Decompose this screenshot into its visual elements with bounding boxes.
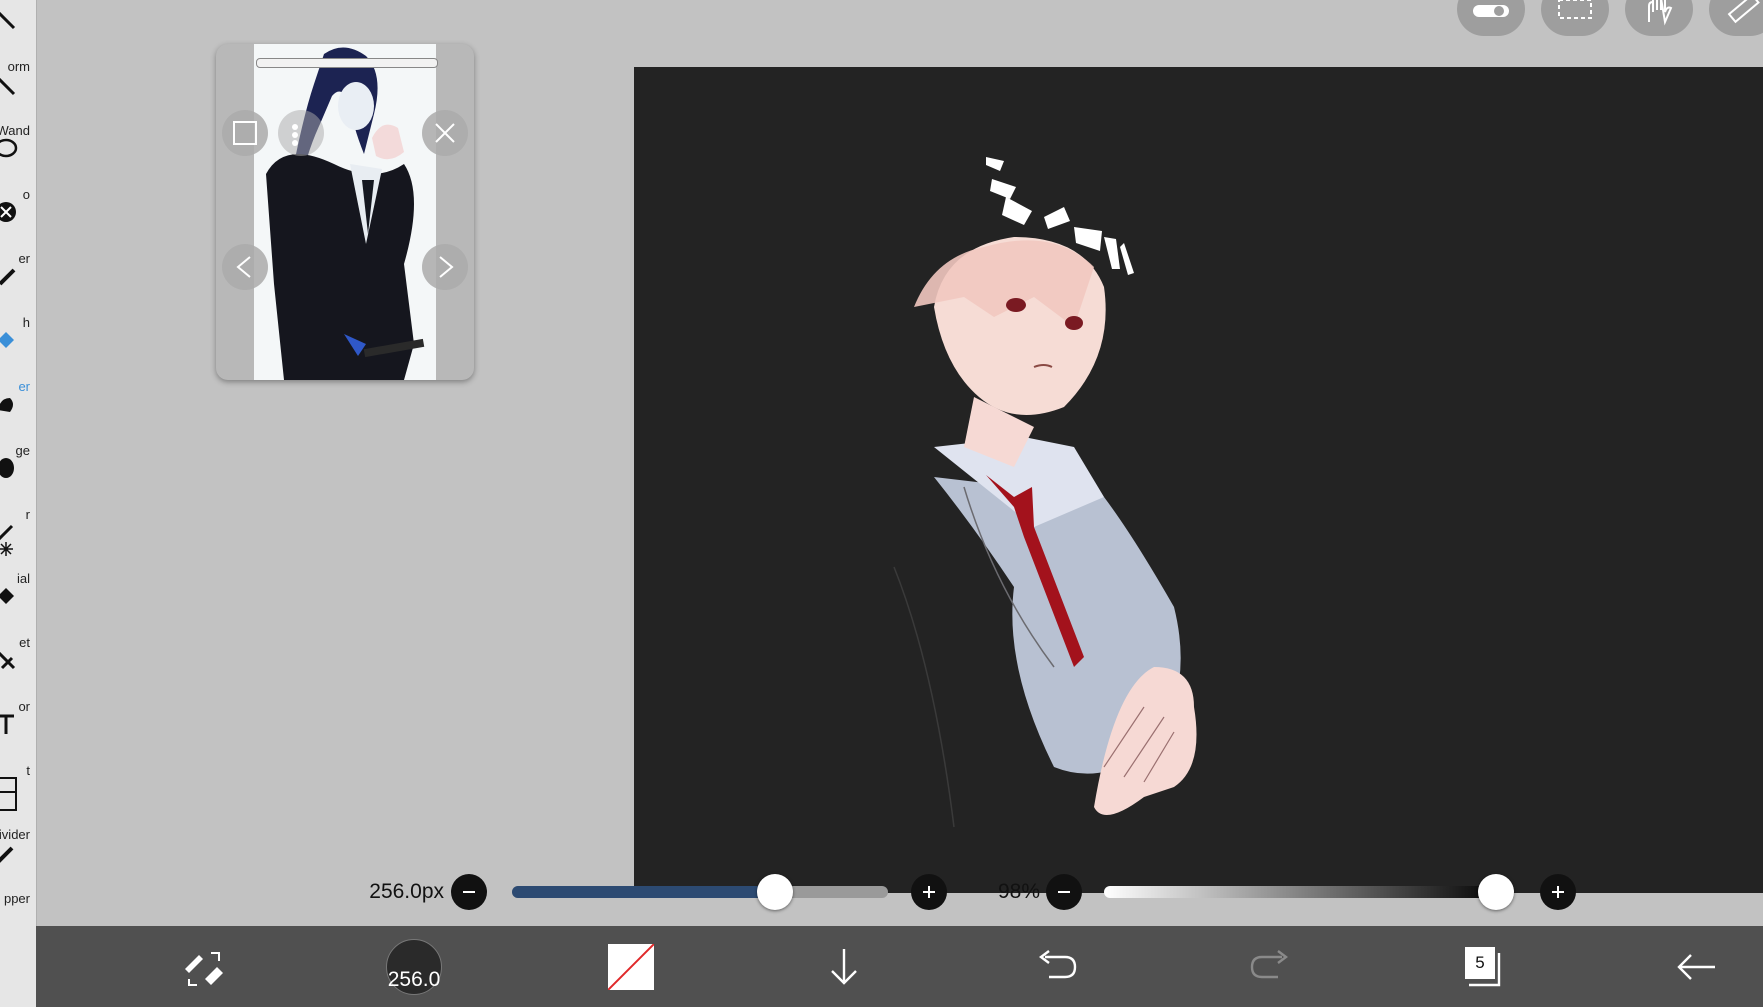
eyedropper-icon bbox=[0, 651, 16, 670]
download-icon bbox=[831, 948, 857, 985]
plus-icon bbox=[1552, 886, 1564, 898]
reference-menu-button[interactable] bbox=[278, 110, 324, 156]
undo-button[interactable] bbox=[1017, 926, 1097, 1007]
size-increase-button[interactable] bbox=[911, 874, 947, 910]
ruler-button[interactable] bbox=[1709, 0, 1763, 36]
ruler-icon bbox=[1727, 0, 1760, 24]
redo-button[interactable] bbox=[1230, 926, 1310, 1007]
tool-special-pen[interactable]: ial bbox=[0, 518, 36, 590]
close-icon bbox=[435, 123, 455, 143]
bottom-toolbar: 256.0 5 bbox=[36, 926, 1763, 1007]
frame-divider-icon bbox=[0, 777, 17, 811]
tool-frame-divider[interactable]: ivider bbox=[0, 774, 36, 846]
eyedropper2-icon bbox=[0, 846, 14, 863]
tool-eraser[interactable]: er bbox=[0, 326, 36, 398]
download-button[interactable] bbox=[804, 926, 884, 1007]
prev-icon bbox=[236, 256, 251, 278]
tool-bucket[interactable]: et bbox=[0, 582, 36, 654]
brush-size-circle-value: 256.0 bbox=[387, 967, 441, 991]
toggle-button[interactable] bbox=[1457, 0, 1525, 36]
smudge-icon bbox=[0, 398, 13, 412]
prev-reference-button[interactable] bbox=[222, 244, 268, 290]
dots-icon bbox=[292, 124, 298, 146]
back-icon bbox=[1677, 953, 1715, 980]
tool-blur[interactable]: r bbox=[0, 454, 36, 526]
artwork bbox=[634, 67, 1763, 893]
size-decrease-button[interactable] bbox=[451, 874, 487, 910]
color-button[interactable] bbox=[591, 926, 671, 1007]
next-icon bbox=[439, 256, 454, 278]
tool-eyedropper[interactable]: or bbox=[0, 646, 36, 718]
brush-size-thumb[interactable] bbox=[757, 874, 794, 910]
brush-size-icon: 256.0 bbox=[386, 938, 442, 995]
tool-brush[interactable]: h bbox=[0, 262, 36, 334]
reference-image bbox=[254, 44, 436, 380]
brush-size-value: 256.0px bbox=[369, 880, 444, 903]
tool-magic-wand[interactable]: Wand bbox=[0, 70, 36, 142]
tool-lasso[interactable]: o bbox=[0, 134, 36, 206]
opacity-increase-button[interactable] bbox=[1540, 874, 1576, 910]
drawing-canvas[interactable] bbox=[634, 67, 1763, 893]
brush-icon bbox=[0, 268, 16, 286]
tool-eyedropper2[interactable]: pper bbox=[0, 838, 36, 910]
pen-eraser-swap-icon bbox=[185, 951, 223, 986]
back-button[interactable] bbox=[1656, 926, 1736, 1007]
minus-icon bbox=[463, 891, 475, 893]
selection-button[interactable] bbox=[1541, 0, 1609, 36]
bucket-icon bbox=[0, 588, 14, 604]
next-reference-button[interactable] bbox=[422, 244, 468, 290]
selection-icon bbox=[1558, 0, 1592, 19]
tool-palette: ormWandoerhergerialetortividerpper bbox=[0, 0, 37, 1007]
lasso-icon bbox=[0, 138, 18, 158]
magic-wand-icon bbox=[0, 77, 16, 96]
undo-icon bbox=[1039, 949, 1077, 978]
tool-filter[interactable]: er bbox=[0, 198, 36, 270]
brush-size-slider[interactable] bbox=[512, 886, 888, 898]
plus-icon bbox=[923, 886, 935, 898]
tool-smudge[interactable]: ge bbox=[0, 390, 36, 462]
opacity-decrease-button[interactable] bbox=[1046, 874, 1082, 910]
layers-icon: 5 bbox=[1461, 945, 1505, 989]
special-pen-icon bbox=[0, 524, 14, 556]
brush-size-button[interactable]: 256.0 bbox=[374, 926, 454, 1007]
brush-size-fill bbox=[512, 886, 776, 898]
reference-drag-handle[interactable] bbox=[256, 58, 438, 68]
toggle-icon bbox=[1473, 5, 1509, 17]
text-icon bbox=[0, 714, 14, 734]
tool-label: pper bbox=[3, 891, 30, 906]
reference-window[interactable] bbox=[216, 44, 474, 380]
frame-button[interactable] bbox=[222, 110, 268, 156]
tool-text[interactable]: t bbox=[0, 710, 36, 782]
opacity-slider[interactable] bbox=[1104, 886, 1504, 898]
blur-icon bbox=[0, 458, 14, 478]
tool-transform[interactable]: orm bbox=[0, 6, 36, 78]
layers-button[interactable]: 5 bbox=[1443, 926, 1523, 1007]
hand-icon bbox=[1648, 0, 1673, 26]
opacity-value: 98% bbox=[997, 880, 1040, 903]
pen-eraser-swap-button[interactable] bbox=[164, 926, 244, 1007]
color-icon bbox=[608, 943, 654, 990]
redo-icon bbox=[1250, 949, 1288, 978]
opacity-thumb[interactable] bbox=[1478, 874, 1514, 910]
eraser-icon bbox=[0, 332, 14, 348]
layer-count: 5 bbox=[1465, 946, 1495, 979]
minus-icon bbox=[1058, 891, 1070, 893]
close-reference-button[interactable] bbox=[422, 110, 468, 156]
transform-icon bbox=[0, 11, 16, 30]
frame-icon bbox=[233, 121, 257, 145]
hand-tool-button[interactable] bbox=[1625, 0, 1693, 36]
filter-icon bbox=[0, 202, 16, 222]
